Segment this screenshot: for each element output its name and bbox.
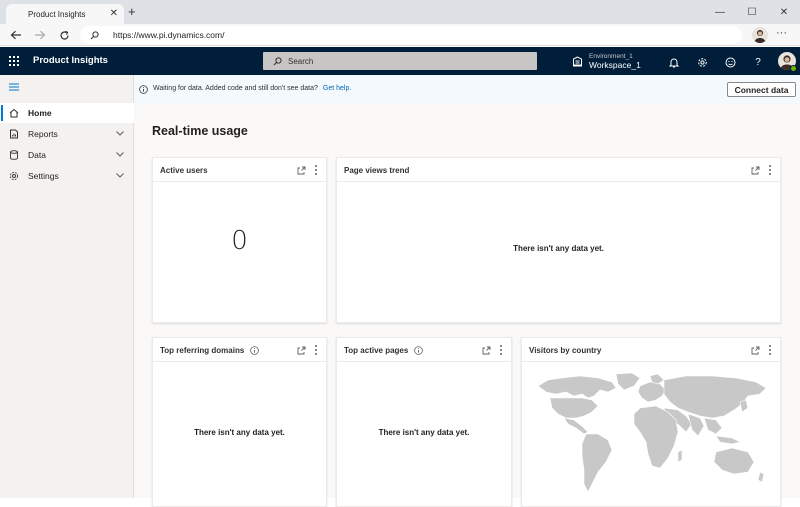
empty-state-message: There isn't any data yet. xyxy=(513,244,604,253)
card-header: Top active pages xyxy=(337,338,511,362)
tab-close-icon[interactable]: ✕ xyxy=(110,9,118,19)
url-text: https://www.pi.dynamics.com/ xyxy=(113,30,225,40)
expand-icon[interactable] xyxy=(751,346,760,355)
more-options-icon[interactable] xyxy=(498,344,504,356)
environment-picker[interactable]: Environment_1 Workspace_1 xyxy=(572,52,641,70)
info-banner: Waiting for data. Added code and still d… xyxy=(134,75,800,104)
expand-icon[interactable] xyxy=(297,346,306,355)
forward-arrow-icon[interactable] xyxy=(32,28,48,42)
bell-icon[interactable] xyxy=(667,55,681,69)
browser-toolbar: https://www.pi.dynamics.com/ ··· xyxy=(0,24,800,46)
card-title: Top active pages xyxy=(344,346,424,355)
refresh-icon[interactable] xyxy=(56,28,72,42)
back-arrow-icon[interactable] xyxy=(8,28,24,42)
top-active-pages-card: Top active pages There isn't any data ye… xyxy=(336,337,512,507)
app-title[interactable]: Product Insights xyxy=(33,55,108,66)
new-tab-button[interactable]: + xyxy=(128,5,136,18)
environment-icon xyxy=(573,55,582,66)
more-options-icon[interactable] xyxy=(313,344,319,356)
sidebar-item-label: Reports xyxy=(28,129,58,139)
card-header: Active users xyxy=(153,158,326,182)
active-users-count: 0 xyxy=(231,226,248,256)
visitors-by-country-card: Visitors by country xyxy=(521,337,781,507)
browser-tab[interactable]: Product Insights ✕ xyxy=(6,4,124,24)
sidebar-item-reports[interactable]: Reports xyxy=(0,124,134,144)
banner-message: Waiting for data. Added code and still d… xyxy=(153,85,318,92)
browser-profile-avatar[interactable] xyxy=(752,27,768,43)
card-title: Active users xyxy=(160,166,208,175)
world-map[interactable] xyxy=(536,372,768,500)
window-controls: — ☐ ✕ xyxy=(704,0,800,24)
get-help-link[interactable]: Get help. xyxy=(323,85,351,92)
search-icon xyxy=(273,56,282,65)
card-header: Visitors by country xyxy=(522,338,780,362)
page-title: Real-time usage xyxy=(152,124,248,138)
sidebar-item-home[interactable]: Home xyxy=(0,103,134,123)
minimize-button[interactable]: — xyxy=(704,0,736,24)
active-users-card: Active users 0 xyxy=(152,157,327,323)
expand-icon[interactable] xyxy=(482,346,491,355)
expand-icon[interactable] xyxy=(297,166,306,175)
browser-menu-button[interactable]: ··· xyxy=(776,27,787,39)
more-options-icon[interactable] xyxy=(767,344,773,356)
sidebar-item-label: Settings xyxy=(28,171,59,181)
search-icon xyxy=(90,30,99,39)
search-box[interactable]: Search xyxy=(263,52,537,70)
sidebar-item-label: Home xyxy=(28,108,52,118)
home-icon xyxy=(9,108,19,118)
more-options-icon[interactable] xyxy=(767,164,773,176)
empty-state-message: There isn't any data yet. xyxy=(378,428,470,437)
sidebar-item-label: Data xyxy=(28,150,46,160)
card-title: Visitors by country xyxy=(529,346,602,355)
gear-icon xyxy=(9,171,19,181)
help-icon[interactable]: ? xyxy=(751,55,765,69)
card-title-text: Top active pages xyxy=(344,346,409,355)
sidebar-item-data[interactable]: Data xyxy=(0,145,134,165)
card-title: Page views trend xyxy=(344,166,410,175)
presence-status-icon xyxy=(790,65,797,72)
page-views-card: Page views trend There isn't any data ye… xyxy=(336,157,781,323)
app-launcher-icon[interactable] xyxy=(9,56,19,66)
app-header: Product Insights Search Environment_1 Wo… xyxy=(0,47,800,75)
smiley-feedback-icon[interactable] xyxy=(723,55,737,69)
maximize-button[interactable]: ☐ xyxy=(736,0,768,24)
search-placeholder: Search xyxy=(288,56,314,66)
report-icon xyxy=(10,129,18,139)
close-window-button[interactable]: ✕ xyxy=(768,0,800,24)
expand-icon[interactable] xyxy=(751,166,760,175)
browser-tabstrip: Product Insights ✕ + — ☐ ✕ xyxy=(0,0,800,24)
top-referring-domains-card: Top referring domains There isn't any da… xyxy=(152,337,327,507)
info-icon xyxy=(139,85,148,94)
gear-icon[interactable] xyxy=(695,55,709,69)
chevron-down-icon[interactable] xyxy=(116,152,124,157)
more-options-icon[interactable] xyxy=(313,164,319,176)
card-header: Page views trend xyxy=(337,158,780,182)
sidebar-item-settings[interactable]: Settings xyxy=(0,166,134,186)
hamburger-menu-icon[interactable] xyxy=(9,83,19,91)
address-bar[interactable]: https://www.pi.dynamics.com/ xyxy=(80,26,742,44)
database-icon xyxy=(10,150,18,160)
sidebar: Home Reports Data Settings xyxy=(0,75,134,498)
chevron-down-icon[interactable] xyxy=(116,173,124,178)
info-icon[interactable] xyxy=(250,346,260,355)
card-title: Top referring domains xyxy=(160,346,260,355)
info-icon[interactable] xyxy=(414,346,424,355)
workspace-name: Workspace_1 xyxy=(589,60,641,70)
empty-state-message: There isn't any data yet. xyxy=(194,428,285,437)
chevron-down-icon[interactable] xyxy=(116,131,124,136)
connect-data-button[interactable]: Connect data xyxy=(727,82,796,97)
card-header: Top referring domains xyxy=(153,338,326,362)
tab-title: Product Insights xyxy=(28,9,86,19)
card-title-text: Top referring domains xyxy=(160,346,245,355)
